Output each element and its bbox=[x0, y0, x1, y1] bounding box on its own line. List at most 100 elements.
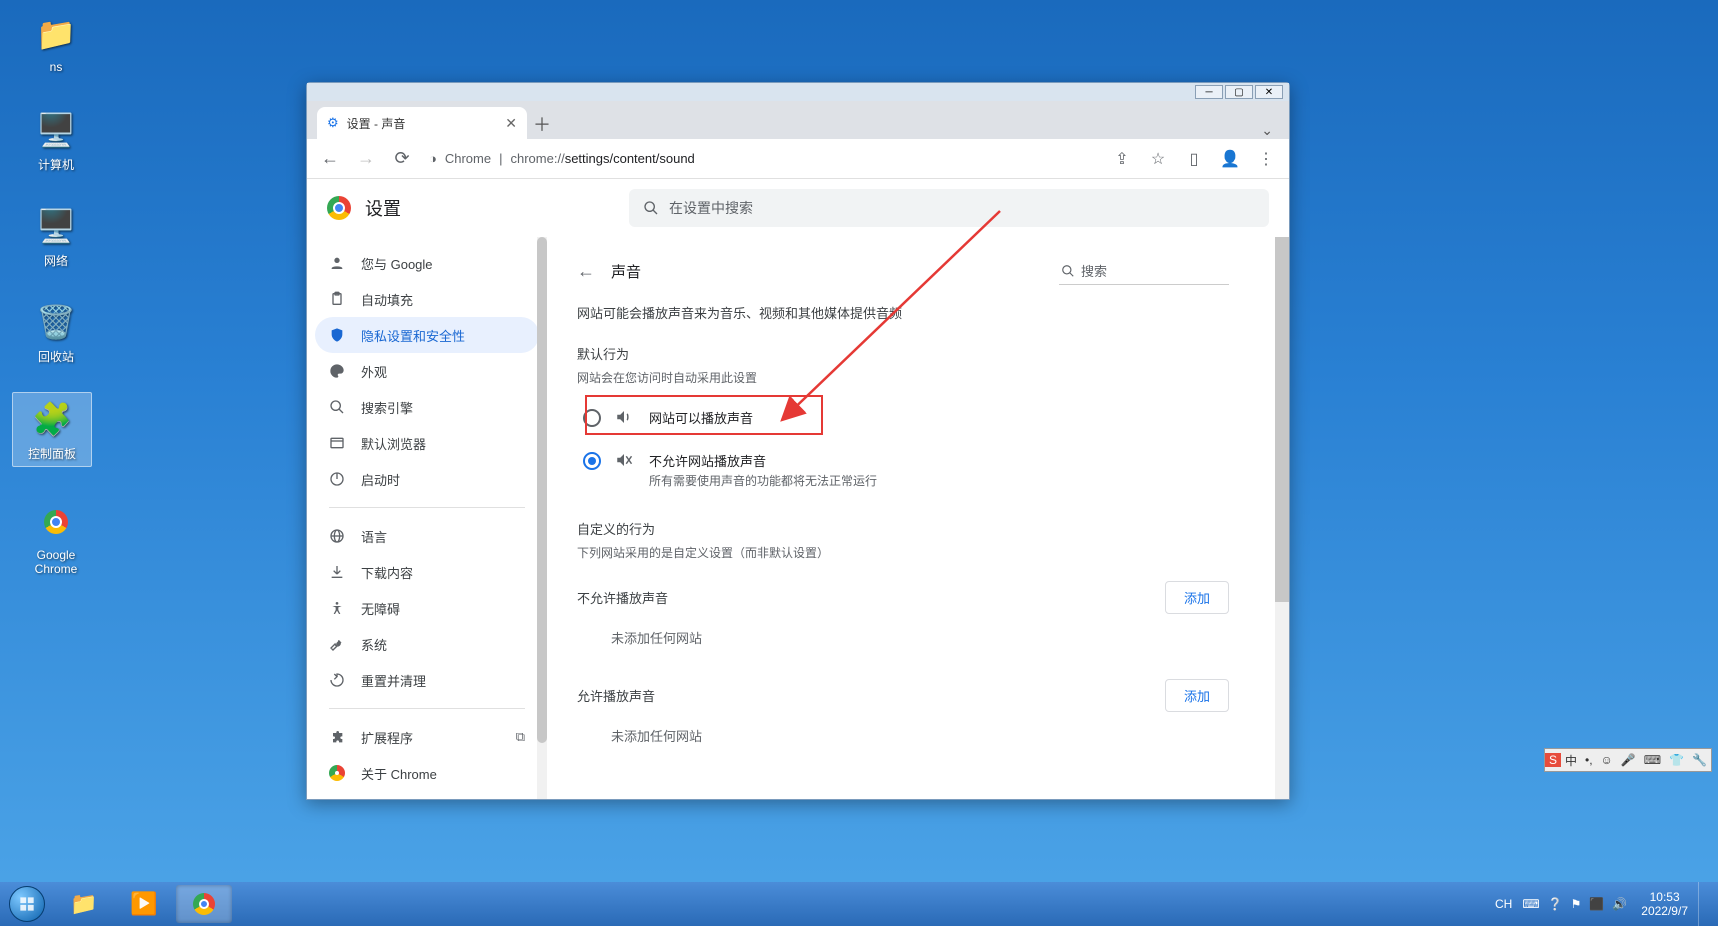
ime-tool-icon[interactable]: 🔧 bbox=[1688, 753, 1711, 767]
tab-close-icon[interactable]: ✕ bbox=[505, 115, 517, 132]
url-prefix: Chrome bbox=[445, 151, 491, 166]
scrollbar-thumb[interactable] bbox=[1275, 237, 1289, 602]
folder-icon: 📁 bbox=[34, 12, 78, 56]
inpage-search-input[interactable]: 搜索 bbox=[1059, 257, 1229, 285]
ime-lang[interactable]: 中 bbox=[1561, 752, 1581, 769]
search-icon bbox=[643, 200, 659, 216]
taskbar-chrome[interactable] bbox=[176, 885, 232, 923]
add-allow-site-button[interactable]: 添加 bbox=[1165, 679, 1229, 712]
ime-mic-icon[interactable]: 🎤 bbox=[1617, 753, 1640, 767]
taskbar-explorer[interactable]: 📁 bbox=[56, 885, 112, 923]
nav-back-button[interactable]: ← bbox=[315, 144, 345, 174]
tray-shield-icon[interactable]: ⬛ bbox=[1585, 897, 1608, 911]
taskbar-mediaplayer[interactable]: ▶️ bbox=[116, 885, 172, 923]
sidebar-item-power[interactable]: 启动时 bbox=[315, 461, 539, 497]
volume-off-icon bbox=[615, 451, 635, 469]
browser-tab[interactable]: ⚙ 设置 - 声音 ✕ bbox=[317, 107, 527, 139]
browser-toolbar: ← → ⟳ ◑ Chrome | chrome://settings/conte… bbox=[307, 139, 1289, 179]
sidebar-label: 关于 Chrome bbox=[361, 764, 437, 783]
radio-block-sound[interactable]: 不允许网站播放声音 所有需要使用声音的功能都将无法正常运行 bbox=[577, 439, 1229, 501]
settings-main: ← 声音 搜索 网站可能会播放声音来为音乐、视频和其他媒体提供音频 默认行为 网… bbox=[547, 237, 1289, 779]
menu-kebab-icon[interactable]: ⋮ bbox=[1251, 144, 1281, 174]
chrome-window: ─ ▢ ✕ ⚙ 设置 - 声音 ✕ ＋ ⌄ ← → ⟳ ◑ Chrome | c… bbox=[306, 82, 1290, 800]
sidebar-item-globe[interactable]: 语言 bbox=[315, 518, 539, 554]
profile-icon[interactable]: 👤 bbox=[1215, 144, 1245, 174]
sidebar-item-palette[interactable]: 外观 bbox=[315, 353, 539, 389]
ime-bar[interactable]: S 中 •, ☺ 🎤 ⌨ 👕 🔧 bbox=[1544, 748, 1712, 772]
ime-punct-icon[interactable]: •, bbox=[1581, 753, 1597, 767]
volume-on-icon bbox=[615, 408, 635, 426]
sidebar-item-wrench[interactable]: 系统 bbox=[315, 626, 539, 662]
tray-lang[interactable]: CH bbox=[1489, 897, 1518, 911]
taskbar-clock[interactable]: 10:53 2022/9/7 bbox=[1631, 890, 1698, 919]
settings-search-input[interactable]: 在设置中搜索 bbox=[629, 189, 1269, 227]
sidebar-item-shield[interactable]: 隐私设置和安全性 bbox=[315, 317, 539, 353]
settings-title: 设置 bbox=[365, 195, 401, 221]
sidebar-item-puzzle[interactable]: 扩展程序⧉ bbox=[315, 719, 539, 755]
nav-reload-button[interactable]: ⟳ bbox=[387, 144, 417, 174]
sidepanel-icon[interactable]: ▯ bbox=[1179, 144, 1209, 174]
tab-title: 设置 - 声音 bbox=[347, 115, 406, 132]
default-behavior-sub: 网站会在您访问时自动采用此设置 bbox=[577, 369, 1229, 386]
globe-icon bbox=[329, 528, 347, 544]
sidebar-item-download[interactable]: 下载内容 bbox=[315, 554, 539, 590]
sidebar-item-reset[interactable]: 重置并清理 bbox=[315, 662, 539, 698]
add-block-site-button[interactable]: 添加 bbox=[1165, 581, 1229, 614]
clipboard-icon bbox=[329, 291, 347, 307]
sidebar-separator bbox=[329, 507, 525, 508]
sidebar-item-clipboard[interactable]: 自动填充 bbox=[315, 281, 539, 317]
sidebar-label: 重置并清理 bbox=[361, 671, 426, 690]
radio-allow-sound[interactable]: 网站可以播放声音 bbox=[577, 396, 1229, 439]
page-back-button[interactable]: ← bbox=[577, 261, 595, 282]
tray-flag-icon[interactable]: ⚑ bbox=[1567, 897, 1586, 911]
ime-skin-icon[interactable]: 👕 bbox=[1665, 753, 1688, 767]
tab-dropdown-button[interactable]: ⌄ bbox=[1245, 122, 1289, 139]
start-button[interactable] bbox=[0, 882, 54, 926]
desktop-icon-recycle[interactable]: 🗑️ 回收站 bbox=[16, 300, 96, 365]
tray-keyboard-icon[interactable]: ⌨ bbox=[1518, 897, 1543, 911]
tray-help-icon[interactable]: ❔ bbox=[1544, 897, 1567, 911]
sidebar-label: 您与 Google bbox=[361, 254, 433, 273]
chrome-logo-icon bbox=[327, 196, 351, 220]
custom-behavior-label: 自定义的行为 bbox=[577, 519, 1229, 538]
ime-keyboard-icon[interactable]: ⌨ bbox=[1640, 753, 1665, 767]
recycle-icon: 🗑️ bbox=[34, 300, 78, 344]
allow-empty-text: 未添加任何网站 bbox=[577, 712, 1229, 759]
sidebar-item-chrome[interactable]: 关于 Chrome bbox=[315, 755, 539, 791]
nav-forward-button[interactable]: → bbox=[351, 144, 381, 174]
desktop-icon-controlpanel[interactable]: 🧩 控制面板 bbox=[12, 392, 92, 467]
bookmark-star-icon[interactable]: ☆ bbox=[1143, 144, 1173, 174]
radio-allow-label: 网站可以播放声音 bbox=[649, 408, 753, 427]
system-tray: CH ⌨ ❔ ⚑ ⬛ 🔊 10:53 2022/9/7 bbox=[1489, 882, 1718, 926]
desktop-icon-ns[interactable]: 📁 ns bbox=[16, 12, 96, 74]
desktop-label: Google Chrome bbox=[16, 548, 96, 576]
clock-date: 2022/9/7 bbox=[1641, 904, 1688, 918]
external-link-icon: ⧉ bbox=[516, 729, 525, 745]
access-icon bbox=[329, 600, 347, 616]
desktop-icon-network[interactable]: 🖥️ 网络 bbox=[16, 204, 96, 269]
tray-volume-icon[interactable]: 🔊 bbox=[1608, 897, 1631, 911]
radio-button-selected-icon bbox=[583, 452, 601, 470]
sidebar-scrollbar[interactable] bbox=[537, 237, 547, 799]
show-desktop-button[interactable] bbox=[1698, 882, 1712, 926]
desktop-icon-computer[interactable]: 🖥️ 计算机 bbox=[16, 108, 96, 173]
new-tab-button[interactable]: ＋ bbox=[527, 109, 557, 139]
window-close-button[interactable]: ✕ bbox=[1255, 85, 1283, 99]
computer-icon: 🖥️ bbox=[34, 108, 78, 152]
address-bar[interactable]: ◑ Chrome | chrome://settings/content/sou… bbox=[423, 151, 1101, 166]
window-minimize-button[interactable]: ─ bbox=[1195, 85, 1223, 99]
clock-time: 10:53 bbox=[1641, 890, 1688, 904]
desktop-icon-chrome[interactable]: Google Chrome bbox=[16, 500, 96, 576]
search-icon bbox=[1061, 264, 1075, 278]
sidebar-item-browser[interactable]: 默认浏览器 bbox=[315, 425, 539, 461]
window-maximize-button[interactable]: ▢ bbox=[1225, 85, 1253, 99]
custom-behavior-sub: 下列网站采用的是自定义设置（而非默认设置） bbox=[577, 544, 1229, 561]
sidebar-item-person[interactable]: 您与 Google bbox=[315, 245, 539, 281]
share-icon[interactable]: ⇪ bbox=[1107, 144, 1137, 174]
palette-icon bbox=[329, 363, 347, 379]
sidebar-item-access[interactable]: 无障碍 bbox=[315, 590, 539, 626]
sidebar-item-search[interactable]: 搜索引擎 bbox=[315, 389, 539, 425]
main-scrollbar[interactable] bbox=[1275, 237, 1289, 799]
scrollbar-thumb[interactable] bbox=[537, 237, 547, 743]
ime-emoji-icon[interactable]: ☺ bbox=[1597, 753, 1617, 767]
